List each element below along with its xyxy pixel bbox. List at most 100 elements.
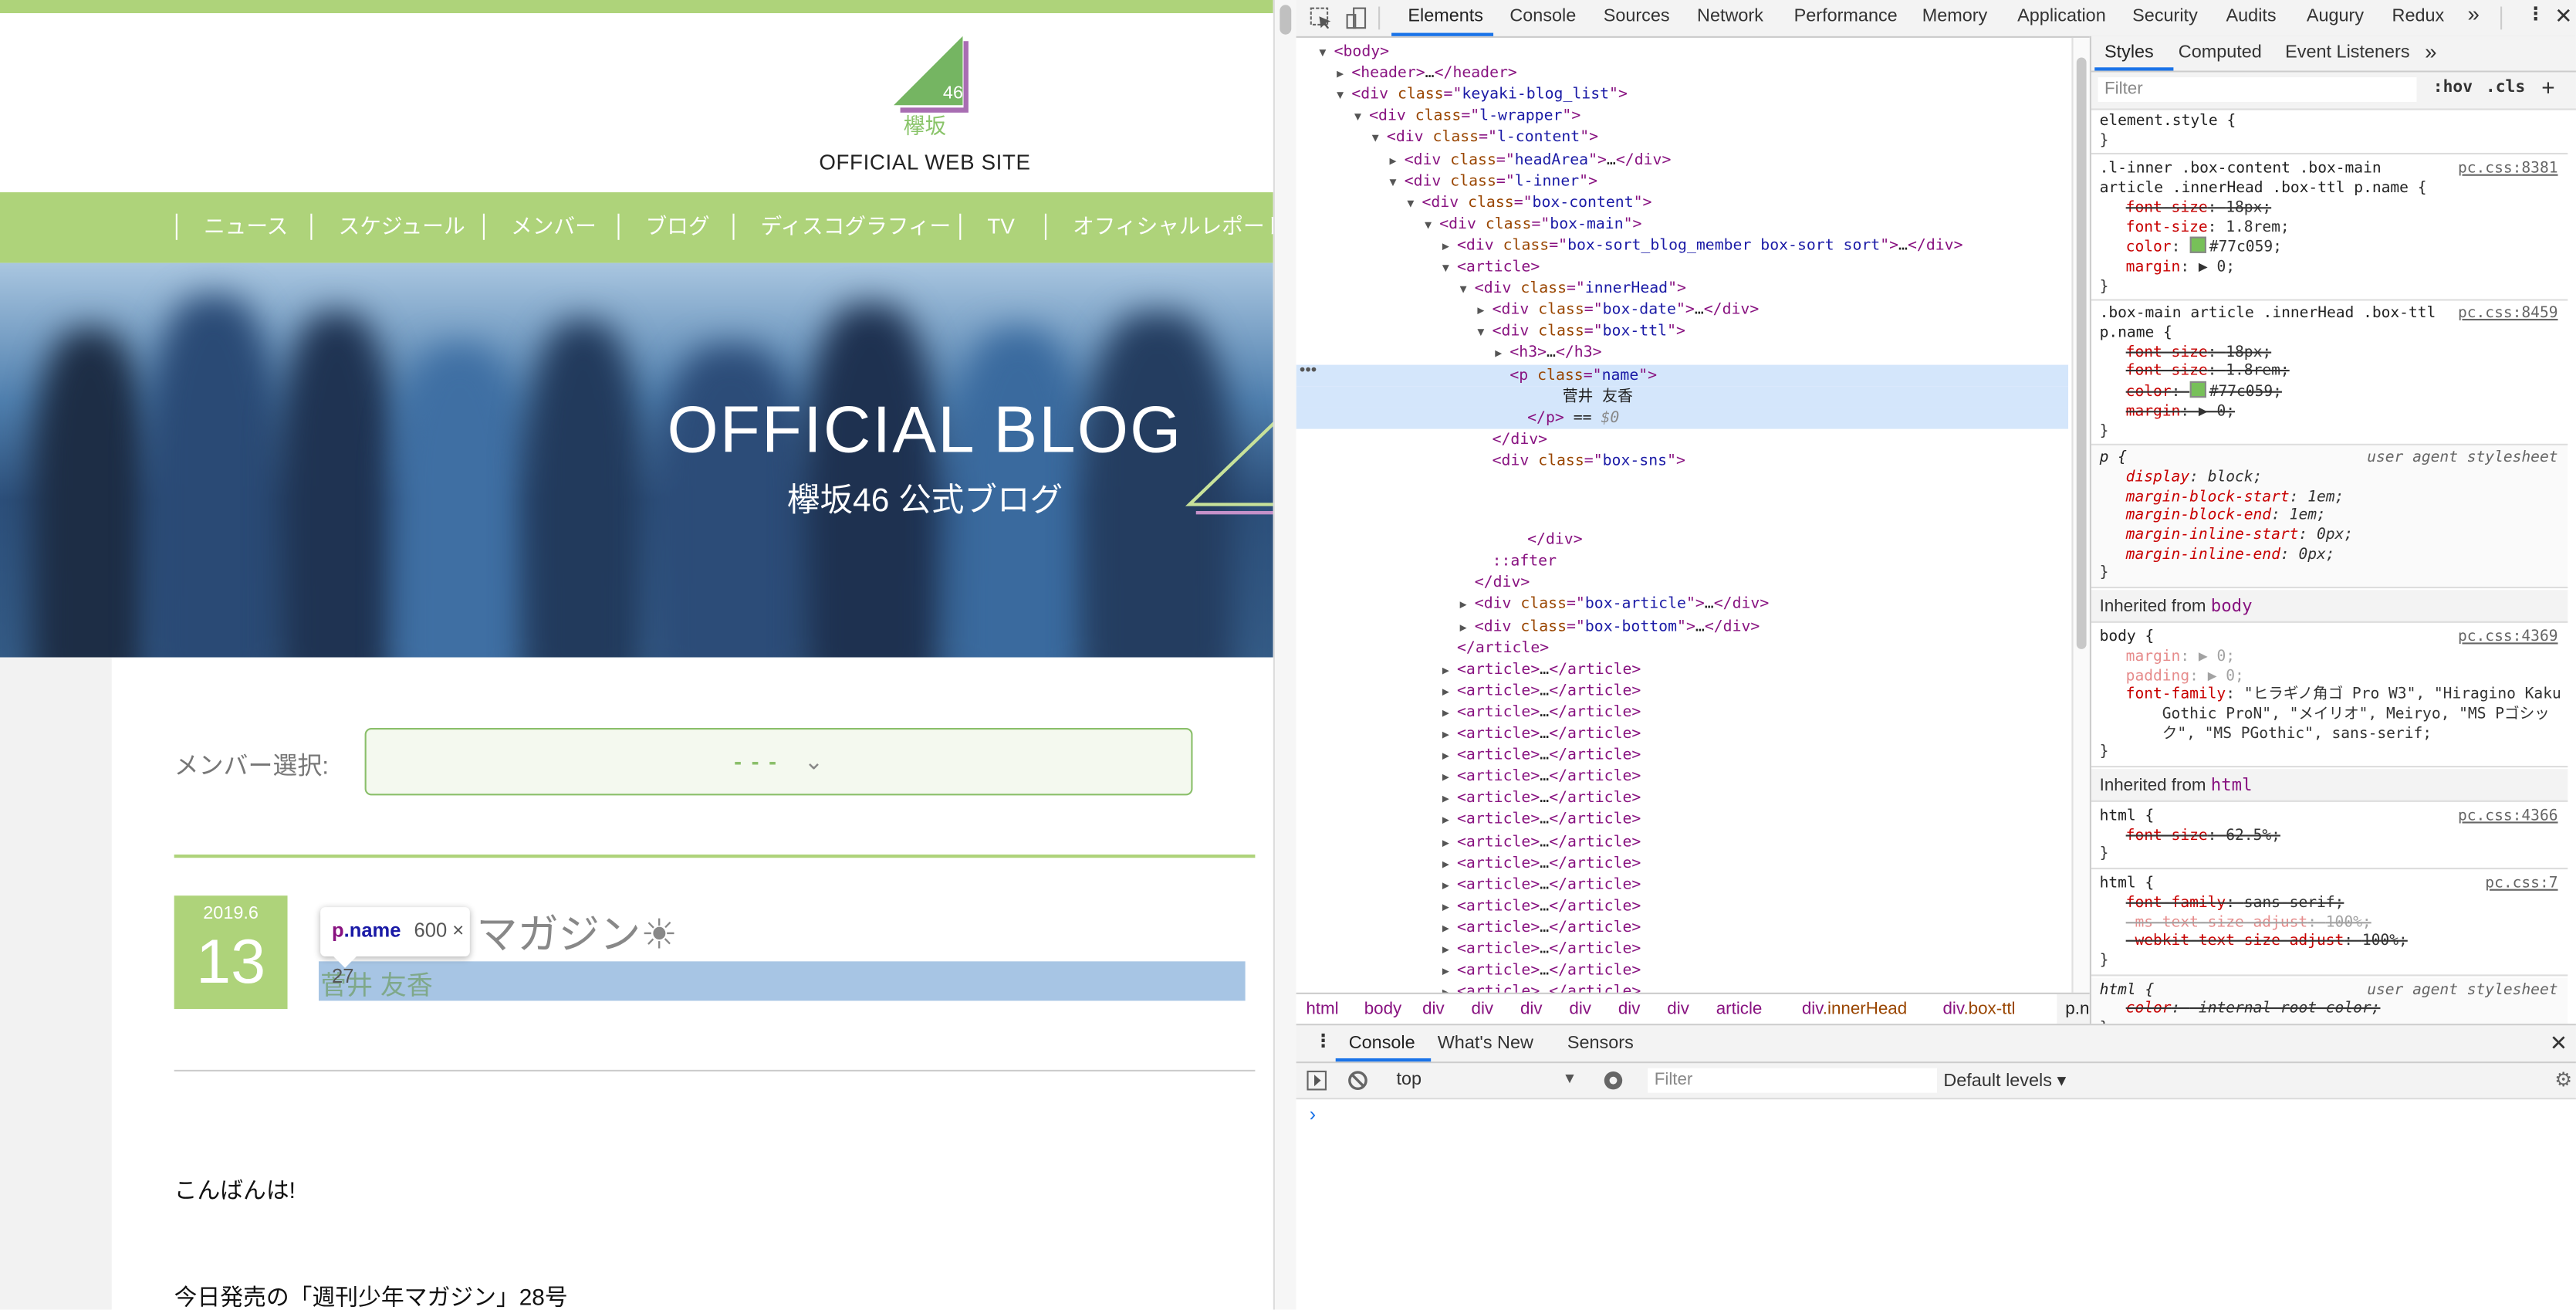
style-rule[interactable]: html {pc.css:7 font-family: sans-serif; -m… xyxy=(2091,871,2568,976)
post-title[interactable]: マガジン☀ xyxy=(476,902,678,962)
dom-node[interactable]: ▶ <article>…</article> xyxy=(1296,787,2069,809)
dom-node[interactable]: <div class="box-sns"> xyxy=(1296,450,2069,472)
dom-node[interactable]: ▶ <article>…</article> xyxy=(1296,658,2069,680)
kebab-menu-icon[interactable]: ⋮ xyxy=(2527,3,2544,25)
rule-source-link[interactable]: pc.css:7 xyxy=(2485,875,2557,894)
inherited-element-link[interactable]: html xyxy=(2211,776,2253,796)
live-expression-eye-icon[interactable] xyxy=(1602,1070,1625,1092)
collapsed-triangle-icon[interactable]: ▶ xyxy=(1495,344,1509,366)
tab-event-listeners[interactable]: Event Listeners xyxy=(2285,42,2409,63)
dom-node[interactable]: ▶ <header>…</header> xyxy=(1296,63,2069,84)
elements-tree[interactable]: ▼ <body> ▶ <header>…</header> ▼ <div class="k… xyxy=(1296,38,2069,994)
dom-node[interactable]: ▼ <div class="box-content"> xyxy=(1296,191,2069,213)
dom-node[interactable]: ▶ <article>…</article> xyxy=(1296,852,2069,874)
dom-node[interactable]: ▶ <article>…</article> xyxy=(1296,917,2069,939)
collapsed-triangle-icon[interactable]: ▶ xyxy=(1442,940,1457,962)
color-swatch[interactable] xyxy=(2189,381,2206,398)
collapsed-triangle-icon[interactable]: ▶ xyxy=(1442,919,1457,940)
css-property[interactable]: margin: ▶ 0; xyxy=(2100,402,2568,421)
css-property[interactable]: -ms-text-size-adjust: 100%; xyxy=(2100,913,2568,933)
tab-console[interactable]: Console xyxy=(1509,7,1576,27)
tab-elements[interactable]: Elements xyxy=(1408,7,1483,27)
dom-node[interactable] xyxy=(1296,472,2069,493)
css-property[interactable]: margin-block-end: 1em; xyxy=(2100,506,2568,526)
dom-node[interactable]: ▶ <article>…</article> xyxy=(1296,723,2069,745)
css-property[interactable]: font-size: 1.8rem; xyxy=(2100,218,2568,237)
context-dropdown-icon[interactable]: ▼ xyxy=(1562,1070,1577,1086)
dom-node[interactable]: ▶ <article>…</article> xyxy=(1296,831,2069,852)
dom-node[interactable]: ▶ <article>…</article> xyxy=(1296,895,2069,917)
more-options-dots[interactable]: ••• xyxy=(1300,361,1317,379)
style-rule[interactable]: .l-inner .box-content .box-main article .… xyxy=(2091,157,2568,302)
style-rule[interactable]: html {user agent stylesheet color: -inter… xyxy=(2091,977,2568,1024)
css-property[interactable]: color: -internal-root-color; xyxy=(2100,1000,2568,1019)
css-property[interactable]: margin-block-start: 1em; xyxy=(2100,487,2568,506)
style-rule[interactable]: p {user agent stylesheet display: block; m… xyxy=(2091,445,2568,589)
dom-node[interactable]: ▶ <div class="box-bottom">…</div> xyxy=(1296,615,2069,637)
scrollbar-thumb[interactable] xyxy=(2076,57,2087,649)
css-property[interactable]: font-family: "ヒラギノ角ゴ Pro W3", "Hiragino … xyxy=(2100,685,2568,743)
style-rule[interactable]: html {pc.css:4366 font-size: 62.5%;} xyxy=(2091,804,2568,870)
inspect-element-icon[interactable] xyxy=(1310,7,1333,30)
style-rule[interactable]: .box-main article .innerHead .box-ttl p.n… xyxy=(2091,301,2568,446)
dom-node-selected[interactable]: 菅井 友香 xyxy=(1296,385,2069,408)
css-property[interactable]: color: #77c059; xyxy=(2100,236,2568,258)
css-property[interactable]: margin-inline-end: 0px; xyxy=(2100,545,2568,564)
dom-node[interactable]: </div> xyxy=(1296,428,2069,450)
css-property[interactable]: margin: ▶ 0; xyxy=(2100,258,2568,277)
css-property[interactable]: color: #77c059; xyxy=(2100,381,2568,402)
expanded-triangle-icon[interactable]: ▼ xyxy=(1460,279,1475,301)
drawer-tab-sensors[interactable]: Sensors xyxy=(1567,1034,1634,1054)
dom-node[interactable]: ▼ <div class="box-main"> xyxy=(1296,213,2069,235)
css-property[interactable]: font-size: 18px; xyxy=(2100,343,2568,362)
dom-node[interactable]: ▼ <div class="l-inner"> xyxy=(1296,171,2069,192)
breadcrumb-item[interactable]: div.box-ttl xyxy=(1943,999,2016,1019)
site-title[interactable]: OFFICIAL WEB SITE xyxy=(739,150,1111,174)
console-filter-input[interactable]: Filter xyxy=(1648,1068,1937,1093)
drawer-menu-icon[interactable]: ⋮ xyxy=(1314,1031,1332,1052)
dom-node[interactable]: ▶ <div class="box-date">…</div> xyxy=(1296,300,2069,321)
nav-blog[interactable]: ブログ xyxy=(617,213,710,240)
collapsed-triangle-icon[interactable]: ▶ xyxy=(1442,811,1457,832)
rule-source-link[interactable]: pc.css:8459 xyxy=(2458,304,2558,323)
breadcrumb-item[interactable]: div xyxy=(1569,999,1591,1019)
dom-node-selected[interactable]: <p class="name"> xyxy=(1296,364,2069,386)
expanded-triangle-icon[interactable]: ▼ xyxy=(1354,107,1369,129)
collapsed-triangle-icon[interactable]: ▶ xyxy=(1390,151,1405,172)
rule-source-link[interactable]: pc.css:4366 xyxy=(2458,807,2558,826)
css-property[interactable]: padding: ▶ 0; xyxy=(2100,666,2568,685)
hov-toggle[interactable]: :hov xyxy=(2433,79,2473,96)
tab-performance[interactable]: Performance xyxy=(1794,7,1898,27)
breadcrumb-item[interactable]: div xyxy=(1520,999,1543,1019)
dom-node[interactable]: ▼ <div class="l-wrapper"> xyxy=(1296,106,2069,127)
collapsed-triangle-icon[interactable]: ▶ xyxy=(1442,789,1457,811)
tab-redux[interactable]: Redux xyxy=(2392,7,2445,27)
nav-discography[interactable]: ディスコグラフィー xyxy=(732,213,951,240)
dom-node[interactable]: ▶ <article>…</article> xyxy=(1296,680,2069,702)
expanded-triangle-icon[interactable]: ▼ xyxy=(1337,86,1351,107)
dom-node[interactable]: ▶ <div class="box-article">…</div> xyxy=(1296,594,2069,615)
more-tabs-icon[interactable]: » xyxy=(2467,2,2479,26)
tab-augury[interactable]: Augury xyxy=(2307,7,2364,27)
close-icon[interactable]: ✕ xyxy=(2554,3,2572,29)
css-property[interactable]: font-size: 18px; xyxy=(2100,198,2568,218)
style-rule[interactable]: element.style {} xyxy=(2091,109,2568,155)
expanded-triangle-icon[interactable]: ▼ xyxy=(1390,172,1405,194)
dom-node[interactable]: </div> xyxy=(1296,530,2069,551)
dom-node[interactable] xyxy=(1296,493,2069,515)
collapsed-triangle-icon[interactable]: ▶ xyxy=(1442,875,1457,897)
expanded-triangle-icon[interactable]: ▼ xyxy=(1477,323,1492,344)
dom-node[interactable]: ▼ <article> xyxy=(1296,256,2069,278)
dom-node[interactable]: ▶ <article>…</article> xyxy=(1296,939,2069,960)
collapsed-triangle-icon[interactable]: ▶ xyxy=(1442,725,1457,746)
expanded-triangle-icon[interactable]: ▼ xyxy=(1442,258,1457,279)
tab-styles[interactable]: Styles xyxy=(2104,42,2154,63)
log-levels-dropdown[interactable]: Default levels ▾ xyxy=(1943,1070,2066,1092)
expanded-triangle-icon[interactable]: ▼ xyxy=(1425,215,1439,236)
collapsed-triangle-icon[interactable]: ▶ xyxy=(1337,64,1351,86)
style-rule[interactable]: body {pc.css:4369 margin: ▶ 0; padding: ▶ … xyxy=(2091,625,2568,768)
console-settings-gear-icon[interactable]: ⚙ xyxy=(2554,1068,2572,1092)
rule-source-link[interactable]: pc.css:8381 xyxy=(2458,160,2558,179)
drawer-tab-whats-new[interactable]: What's New xyxy=(1438,1034,1533,1054)
clear-console-icon[interactable] xyxy=(1347,1070,1369,1092)
